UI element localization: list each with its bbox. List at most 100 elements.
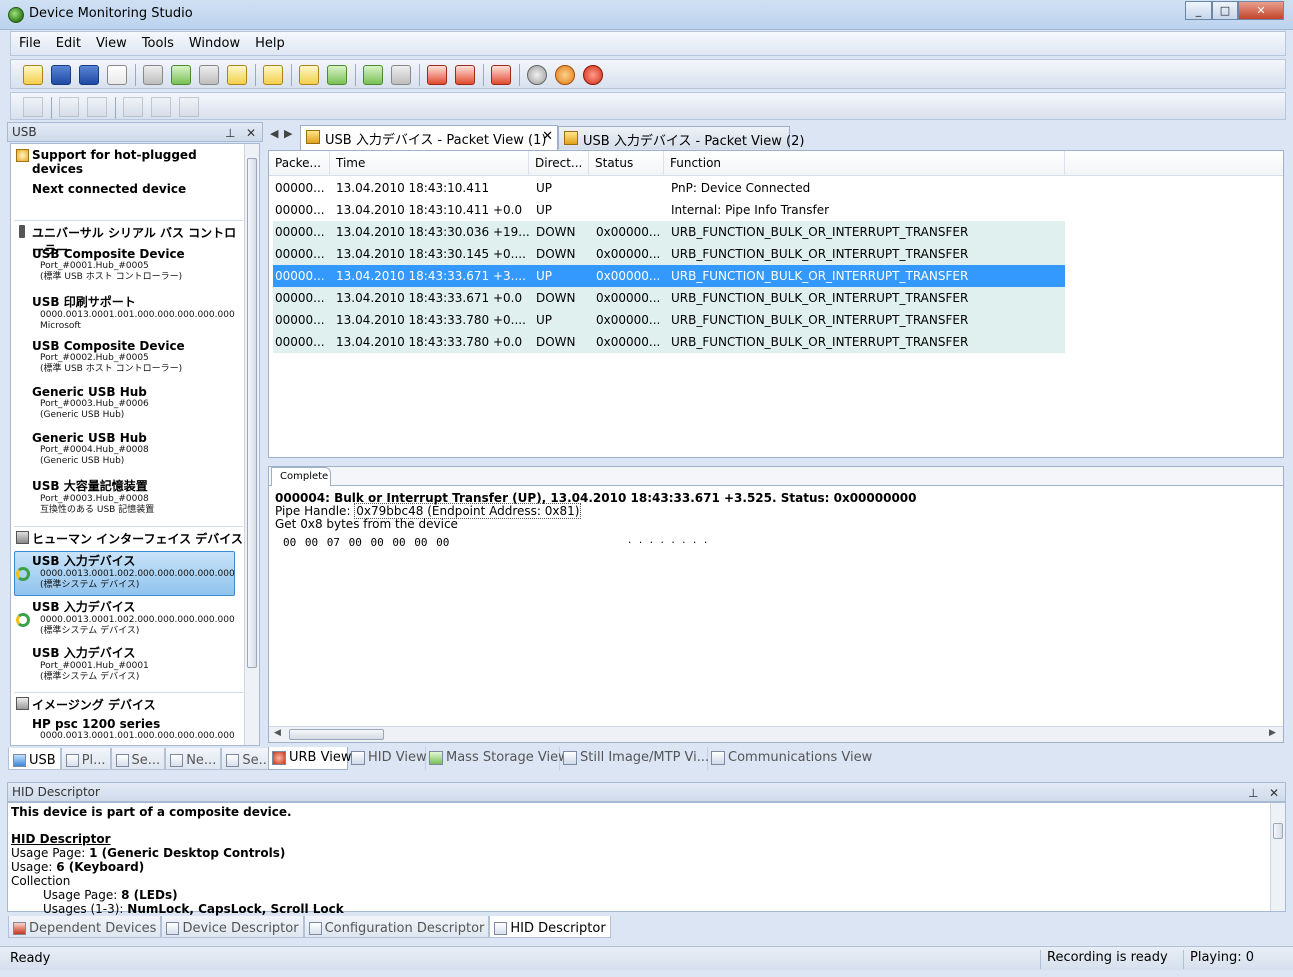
menu-tools[interactable]: Tools [134, 32, 181, 55]
copy-icon[interactable] [171, 65, 191, 85]
record-settings-icon[interactable] [455, 65, 475, 85]
find-next-icon[interactable] [327, 65, 347, 85]
packet-view-icon [306, 130, 320, 144]
tab-packet-view-1[interactable]: USB 入力デバイス - Packet View (1) ✕ [300, 125, 558, 150]
tab-scroll-right-icon[interactable]: ▶ [284, 127, 292, 140]
new-session-icon[interactable] [23, 65, 43, 85]
pause-icon[interactable] [555, 65, 575, 85]
save-as-icon[interactable] [79, 65, 99, 85]
table-row[interactable]: 00000... 13.04.2010 18:43:10.411 UP PnP: De… [273, 177, 1065, 199]
table-row[interactable]: 00000... 13.04.2010 18:43:10.411 +0.0 UP In… [273, 199, 1065, 221]
chart-scatter-icon[interactable] [23, 97, 43, 117]
device-item[interactable]: Generic USB Hub Port_#0004.Hub_#0008 (Gene… [32, 431, 149, 467]
tab-communications-view[interactable]: Communications View [708, 747, 872, 770]
hotplug-title[interactable]: Support for hot-plugged devices [14, 148, 243, 176]
properties-icon[interactable] [263, 65, 283, 85]
tab-usb[interactable]: USB [8, 748, 61, 770]
filter-icon[interactable] [363, 65, 383, 85]
view-tabs: URB View HID View Mass Storage View Stil… [268, 747, 1284, 771]
packet-detail: Complete 000004: Bulk or Interrupt Trans… [268, 466, 1284, 743]
clear-filter-icon[interactable] [391, 65, 411, 85]
table-cell: 00000... [275, 313, 325, 327]
table-row[interactable]: 00000... 13.04.2010 18:43:30.145 +0.... DO… [273, 243, 1065, 265]
tab-hid-view[interactable]: HID View [348, 747, 427, 770]
menu-edit[interactable]: Edit [48, 32, 88, 55]
usage-line: Usage: 6 (Keyboard) [11, 860, 145, 874]
menu-help[interactable]: Help [247, 32, 292, 55]
minimize-button[interactable]: _ [1185, 1, 1212, 20]
pin-icon[interactable]: ⊥ [225, 126, 235, 140]
stop-icon[interactable] [583, 65, 603, 85]
hscroll-thumb[interactable] [289, 729, 384, 740]
device-tree: Support for hot-plugged devices Next con… [10, 143, 260, 746]
tab-se[interactable]: Se... [110, 748, 166, 770]
tab-still-image-view[interactable]: Still Image/MTP Vi... [560, 747, 709, 770]
table-row[interactable]: 00000... 13.04.2010 18:43:30.036 +19.... D… [273, 221, 1065, 243]
device-item[interactable]: Generic USB Hub Port_#0003.Hub_#0006 (Gene… [32, 385, 149, 421]
tab-urb-view[interactable]: URB View [268, 747, 351, 770]
close-document-icon[interactable] [107, 65, 127, 85]
record-icon[interactable] [427, 65, 447, 85]
table-row[interactable]: 00000... 13.04.2010 18:43:33.780 +0.0 DOWN… [273, 331, 1065, 353]
tab-configuration-descriptor[interactable]: Configuration Descriptor [303, 916, 490, 938]
tab-ne[interactable]: Ne... [165, 748, 222, 770]
find-icon[interactable] [299, 65, 319, 85]
tab-hid-descriptor[interactable]: HID Descriptor [489, 916, 611, 938]
main-toolbar [10, 59, 1286, 89]
close-panel-icon[interactable]: ✕ [246, 126, 256, 140]
hid-scrollbar[interactable] [1270, 803, 1285, 911]
device-item[interactable]: USB Composite Device Port_#0002.Hub_#0005… [32, 339, 185, 375]
tab-packet-view-2[interactable]: USB 入力デバイス - Packet View (2) [558, 126, 804, 149]
scroll-thumb[interactable] [247, 158, 257, 668]
menu-file[interactable]: File [11, 32, 48, 55]
scroll-thumb[interactable] [1273, 823, 1283, 839]
chart-area-icon[interactable] [87, 97, 107, 117]
table-cell: 13.04.2010 18:43:33.780 +0.0 [336, 335, 523, 349]
table-row[interactable]: 00000... 13.04.2010 18:43:33.780 +0.... UP… [273, 309, 1065, 331]
close-panel-icon[interactable]: ✕ [1269, 786, 1279, 800]
usb-plug-icon [19, 225, 25, 238]
close-tab-icon[interactable]: ✕ [542, 129, 553, 144]
menu-view[interactable]: View [88, 32, 134, 55]
send-icon[interactable] [123, 97, 143, 117]
sub-usage-page-line: Usage Page: 8 (LEDs) [43, 888, 178, 902]
col-packet[interactable]: Packe... [269, 151, 330, 176]
tab-pl[interactable]: Pl... [60, 748, 111, 770]
play-icon[interactable] [527, 65, 547, 85]
paste-icon[interactable] [199, 65, 219, 85]
device-tree-scrollbar[interactable] [244, 144, 259, 745]
col-status[interactable]: Status [589, 151, 664, 176]
chart-line-icon[interactable] [59, 97, 79, 117]
device-item[interactable]: USB 大容量記憶装置 Port_#0003.Hub_#0008 互換性のある US… [32, 477, 154, 516]
clipboard-icon[interactable] [227, 65, 247, 85]
table-row[interactable]: 00000... 13.04.2010 18:43:33.671 +0.0 DOWN… [273, 287, 1065, 309]
device-item[interactable]: USB 入力デバイス 0000.0013.0001.002.000.000.000… [32, 598, 235, 637]
table-row[interactable]: 00000... 13.04.2010 18:43:33.671 +3.... UP… [273, 265, 1065, 287]
tab-complete[interactable]: Complete [271, 467, 331, 486]
device-item[interactable]: HP psc 1200 series 0000.0013.0001.001.000… [32, 717, 235, 742]
imaging-group: イメージング デバイス HP psc 1200 series 0000.0013.… [14, 692, 243, 744]
detail-hscrollbar[interactable]: ◀ ▶ [269, 726, 1283, 742]
tab-scroll-left-icon[interactable]: ◀ [270, 127, 278, 140]
col-direction[interactable]: Direct... [529, 151, 589, 176]
device-item[interactable]: USB 印刷サポート 0000.0013.0001.001.000.000.000… [32, 293, 235, 332]
close-button[interactable]: ✕ [1238, 1, 1284, 20]
cut-icon[interactable] [143, 65, 163, 85]
device-item-selected[interactable]: USB 入力デバイス 0000.0013.0001.002.000.000.000… [32, 552, 235, 591]
col-time[interactable]: Time [330, 151, 529, 176]
device-item[interactable]: USB Composite Device Port_#0001.Hub_#0005… [32, 247, 185, 283]
export-icon[interactable] [491, 65, 511, 85]
save-icon[interactable] [51, 65, 71, 85]
device-item[interactable]: USB 入力デバイス Port_#0001.Hub_#0001 (標準システム デバ… [32, 644, 149, 683]
tab-dependent-devices[interactable]: Dependent Devices [8, 916, 162, 938]
next-connected-device[interactable]: Next connected device [32, 182, 243, 196]
table-cell: DOWN [536, 225, 576, 239]
tab-device-descriptor[interactable]: Device Descriptor [161, 916, 304, 938]
tab-mass-storage-view[interactable]: Mass Storage View [426, 747, 569, 770]
menu-window[interactable]: Window [181, 32, 247, 55]
send-all-icon[interactable] [151, 97, 171, 117]
pin-icon[interactable]: ⊥ [1248, 786, 1258, 800]
col-function[interactable]: Function [664, 151, 1065, 176]
maximize-button[interactable]: □ [1212, 1, 1238, 20]
send-file-icon[interactable] [179, 97, 199, 117]
